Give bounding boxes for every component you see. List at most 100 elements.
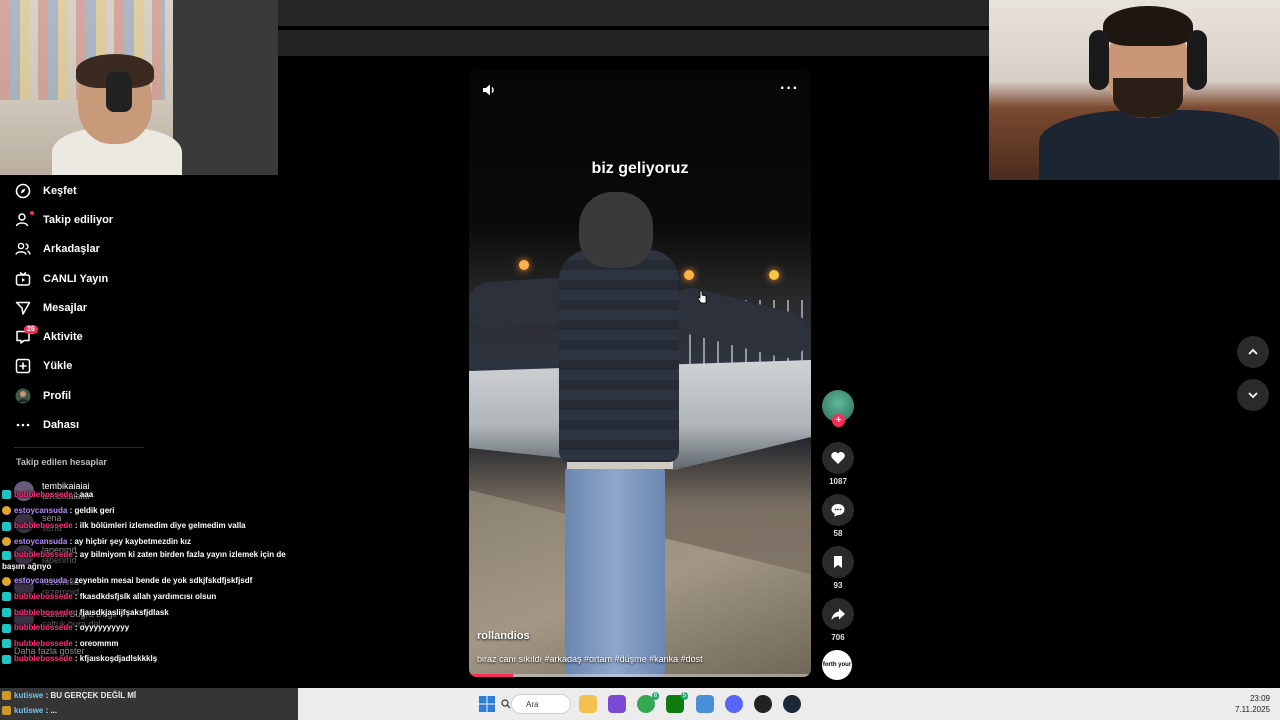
chat-message: bubblebossede : ay bilmiyom ki zaten bir…: [2, 550, 286, 572]
chat-username: bubblebossede: [14, 623, 73, 633]
badge-icon: [2, 691, 11, 700]
chat-text: oreommm: [79, 638, 119, 648]
xbox-badge: 5: [680, 692, 688, 700]
chat-username: estoycansuda: [14, 505, 68, 515]
video-caption-overlay: biz geliyoruz: [591, 160, 689, 177]
next-video-button[interactable]: [1237, 379, 1269, 411]
chat-text: ilk bölümleri izlemedim diye gelmedim va…: [79, 521, 246, 531]
background-door: [173, 0, 278, 175]
harbor-light: [684, 270, 694, 280]
sound-disc[interactable]: forth your: [822, 650, 852, 680]
chat-message: bubblebossede : aaa: [2, 487, 298, 503]
badge-icon: [2, 639, 11, 649]
chrome-icon[interactable]: 8: [637, 692, 659, 713]
video-progress-fill: [469, 674, 514, 677]
harbor-light: [769, 270, 779, 280]
taskbar-clock[interactable]: 23:09 7.11.2025: [1235, 693, 1270, 715]
notification-dot: [30, 211, 34, 216]
badge-icon: [2, 607, 11, 617]
obs-icon[interactable]: [754, 695, 772, 713]
chat-message: estoycansuda : geldik geri: [2, 503, 298, 519]
windows-start-icon[interactable]: [479, 696, 495, 712]
like-button[interactable]: [822, 442, 854, 474]
sidebar-item-dahasi[interactable]: Dahası: [14, 410, 214, 439]
sidebar-divider: [14, 447, 144, 448]
compass-icon: [14, 182, 32, 200]
badge-icon: [2, 592, 11, 602]
sidebar-item-label: CANLI Yayın: [43, 272, 109, 285]
discord-icon[interactable]: [725, 695, 743, 713]
badge-icon: [2, 490, 11, 500]
save-button[interactable]: [822, 546, 854, 578]
chat-text: oyyyyyyyyyy: [79, 623, 130, 633]
chat-username: bubblebossede: [14, 591, 73, 601]
chat-username: bubblebossede: [14, 638, 73, 648]
comment-count: 58: [833, 529, 843, 538]
chat-username: kutiswe: [14, 691, 44, 700]
badge-icon: [2, 706, 11, 715]
volume-icon[interactable]: [481, 82, 499, 100]
xbox-icon[interactable]: 5: [666, 692, 688, 713]
send-icon: [14, 299, 32, 317]
app-purple-icon[interactable]: [608, 695, 626, 713]
person-body: [1039, 110, 1279, 180]
chat-message: bubblebossede : fjaısdkjaslijfşaksfjdlas…: [2, 605, 298, 621]
sidebar-item-yukle[interactable]: Yükle: [14, 352, 214, 381]
settings-icon[interactable]: [696, 695, 714, 713]
more-options-icon[interactable]: ···: [780, 80, 799, 98]
share-button[interactable]: [822, 598, 854, 630]
headset: [106, 72, 132, 112]
sidebar-item-takip-ediliyor[interactable]: Takip ediliyor: [14, 205, 214, 234]
more-icon: [14, 416, 32, 434]
chat-text: fkasdkdsfjslk allah yardımcısı olsun: [79, 591, 217, 601]
following-accounts-title: Takip edilen hesaplar: [16, 457, 107, 467]
sidebar-item-kesfet[interactable]: Keşfet: [14, 176, 214, 205]
sidebar-item-aktivite[interactable]: 26 Aktivite: [14, 322, 214, 351]
sidebar-item-mesajlar[interactable]: Mesajlar: [14, 293, 214, 322]
sidebar-item-label: Profil: [43, 389, 72, 402]
chat-username: bubblebossede: [14, 521, 73, 531]
chat-recent-box: kutiswe : BU GERÇEK DEĞİL Mİ kutiswe : .…: [0, 688, 298, 720]
sidebar-item-profil[interactable]: Profil: [14, 381, 214, 410]
chevron-up-icon: [1248, 348, 1258, 355]
badge-icon: [2, 521, 11, 531]
bookmark-icon: [834, 556, 842, 568]
chat-message: bubblebossede : oreommm: [2, 636, 298, 652]
sidebar-item-label: Dahası: [43, 419, 80, 432]
streamer-webcam-right: [989, 0, 1280, 180]
chat-username: bubblebossede: [14, 607, 73, 617]
follow-plus-button[interactable]: +: [832, 414, 845, 427]
file-explorer-icon[interactable]: [579, 695, 597, 713]
share-icon: [831, 608, 845, 620]
badge-icon: [2, 537, 11, 547]
video-player[interactable]: biz geliyoruz ··· rollandios biraz canı …: [469, 70, 811, 677]
clock-time: 23:09: [1249, 694, 1270, 703]
comment-button[interactable]: [822, 494, 854, 526]
search-icon: [501, 699, 511, 709]
taskbar-search[interactable]: Ara: [501, 694, 571, 714]
video-author[interactable]: rollandios: [477, 630, 530, 642]
person-hood: [579, 192, 653, 268]
video-actions: + 1087 58 93 706 forth your: [822, 390, 854, 680]
clock-date: 7.11.2025: [1235, 705, 1270, 714]
sidebar-nav: Keşfet Takip ediliyor Arkadaşlar CANLI Y…: [14, 176, 214, 440]
chat-text: zeynebin mesai bende de yok sdkjfskdfjsk…: [74, 576, 253, 586]
badge-icon: [2, 505, 11, 515]
chat-message: bubblebossede : kfjaıskoşdjadlskkklş: [2, 651, 298, 667]
previous-video-button[interactable]: [1237, 336, 1269, 368]
chat-username: estoycansuda: [14, 576, 68, 586]
sidebar-item-label: Arkadaşlar: [43, 243, 100, 256]
sidebar-item-arkadaslar[interactable]: Arkadaşlar: [14, 235, 214, 264]
chat-username: bubblebossede: [14, 550, 73, 560]
heart-icon: [831, 452, 845, 464]
share-count: 706: [831, 633, 845, 642]
comment-icon: [831, 504, 845, 517]
chat-text: fjaısdkjaslijfşaksfjdlask: [79, 607, 169, 617]
sidebar-item-canli-yayin[interactable]: CANLI Yayın: [14, 264, 214, 293]
steam-icon[interactable]: [783, 695, 801, 713]
video-progress-bar[interactable]: [469, 674, 811, 677]
chat-username: estoycansuda: [14, 536, 68, 546]
search-label: Ara: [526, 699, 539, 709]
creator-avatar[interactable]: +: [822, 390, 854, 427]
chat-text: kfjaıskoşdjadlskkklş: [79, 654, 158, 664]
